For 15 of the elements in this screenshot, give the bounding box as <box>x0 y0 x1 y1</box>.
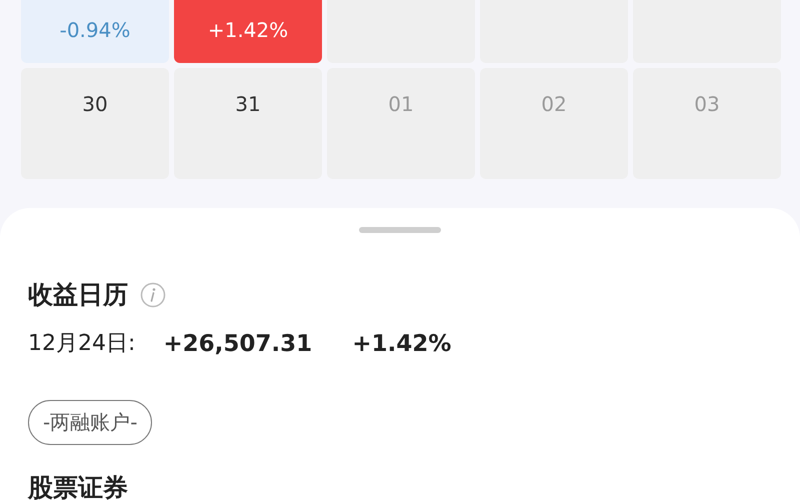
profit-amount: +26,507.31 <box>163 330 312 358</box>
section-title: 收益日历 <box>28 280 128 310</box>
section-title: 股票证券 <box>28 473 129 500</box>
calendar-cell[interactable]: 01 <box>327 68 475 179</box>
account-chip[interactable]: -两融账户- <box>28 400 152 445</box>
calendar-cell[interactable]: -0.94% <box>21 0 169 63</box>
calendar-cell[interactable]: 31 <box>174 68 322 179</box>
info-icon[interactable] <box>140 282 166 308</box>
profit-percent: +1.42% <box>352 330 452 358</box>
calendar-cell[interactable]: 02 <box>480 68 628 179</box>
drag-handle[interactable] <box>359 227 441 233</box>
calendar-cell[interactable]: 03 <box>633 68 781 179</box>
calendar-cell[interactable]: +1.42% <box>174 0 322 63</box>
calendar-cell[interactable]: 30 <box>21 68 169 179</box>
date-label: 12月24日: <box>28 330 136 358</box>
